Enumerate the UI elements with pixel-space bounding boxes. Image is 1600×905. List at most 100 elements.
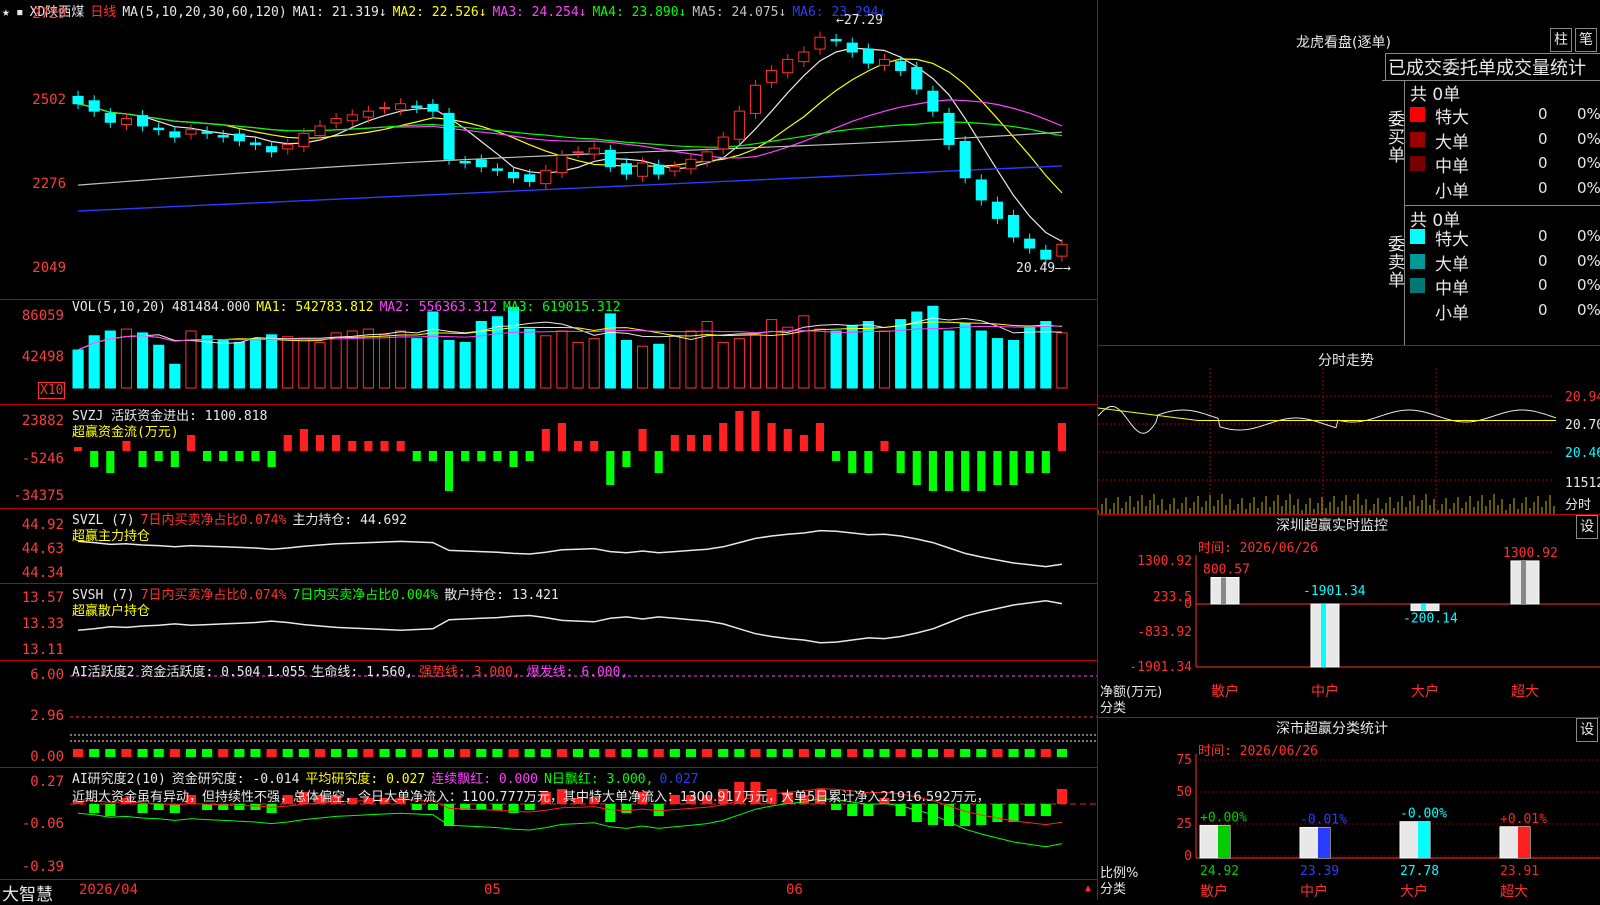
scroll-marker[interactable]: ▲ <box>1085 883 1091 894</box>
volume-bar <box>1007 340 1020 389</box>
dragon-subtitle: 已成交委托单成交量统计 <box>1385 53 1600 81</box>
candle <box>120 118 133 125</box>
candle <box>362 110 374 118</box>
net-amount-bar-chart[interactable]: 1300.92233.50-833.92-1901.34800.57散户-190… <box>1098 515 1600 717</box>
flow-bar <box>670 435 679 451</box>
volume-panel[interactable]: VOL(5,10,20) 481484.000 MA1: 542783.812 MA2… <box>0 300 1097 405</box>
research-bar <box>89 804 100 813</box>
svzl-tick: 44.63 <box>21 541 64 557</box>
volume-bar <box>249 338 262 389</box>
bar-value: 1300.92 <box>1503 546 1558 561</box>
change-label: +0.01% <box>1500 812 1547 827</box>
svsh-tick: 13.11 <box>21 642 64 658</box>
bar-mode-button[interactable]: 柱 <box>1550 28 1572 52</box>
volume-bar <box>733 338 745 389</box>
candle <box>830 38 842 42</box>
research-bar <box>1008 804 1019 822</box>
candle <box>895 61 907 71</box>
volume-chart[interactable] <box>70 300 1097 404</box>
sz-class-panel[interactable]: 深市超赢分类统计 设 时间: 2026/06/26 75 50 25 0 +0.00% 2… <box>1098 718 1600 900</box>
ai-research-header: AI研究度2(10) 资金研究度: -0.014 平均研究度: 0.027 连续飘红:… <box>72 772 699 787</box>
candle <box>185 129 197 135</box>
order-count: 0 <box>1538 276 1548 294</box>
candle <box>620 163 633 175</box>
flow-bar <box>896 451 905 473</box>
flow-bar <box>848 451 857 473</box>
ai-activity-panel[interactable]: AI活跃度2 资金活跃度: 0.504 1.055 生命线: 1.560, 强势线: 3… <box>0 661 1097 768</box>
volume-bar <box>153 344 165 389</box>
research-bar <box>169 804 180 813</box>
activity-bar <box>863 749 874 757</box>
axis-tick: 0 <box>1184 849 1192 864</box>
flow-bar <box>364 441 373 451</box>
volume-bar <box>637 345 649 389</box>
svzl-subtitle: 超赢主力持仓 <box>72 529 151 544</box>
volume-bar <box>201 335 213 389</box>
order-count: 0 <box>1538 129 1548 148</box>
flow-bar <box>299 429 308 451</box>
candle <box>798 51 810 63</box>
net-bar-highlight <box>1521 560 1526 604</box>
flow-bar <box>90 451 99 467</box>
activity-bar <box>524 749 535 757</box>
category-label: 散户 <box>1211 683 1239 700</box>
candle <box>814 36 826 50</box>
axis-tick: -1901.34 <box>1129 660 1192 675</box>
candle <box>346 114 358 122</box>
svzl-tick: 44.92 <box>21 517 64 533</box>
flow-bar <box>219 451 228 461</box>
candle <box>878 58 891 66</box>
svzl-panel[interactable]: SVZL (7) 7日内买卖净占比0.074% 主力持仓: 44.692 超赢主力持… <box>0 509 1097 584</box>
candle <box>1024 238 1036 249</box>
price-panel[interactable]: 2729 2502 2276 2049 ←27.29 20.49—→ <box>0 0 1097 300</box>
sz-monitor-panel[interactable]: 深圳超赢实时监控 设 时间: 2026/06/26 1300.92 233.5 0-… <box>1098 515 1600 718</box>
candle <box>572 151 584 154</box>
intraday-panel[interactable]: 分时走势 20.94 20.70 20.46 11512 分时 <box>1098 346 1600 515</box>
candle <box>927 90 939 112</box>
intraday-unit: 分时 <box>1565 498 1592 513</box>
price-tick: 2729 <box>32 6 66 22</box>
flow-bar <box>138 451 147 467</box>
activity-bar <box>234 749 245 757</box>
activity-bar <box>314 749 326 757</box>
intraday-tick: 20.70 <box>1565 418 1600 433</box>
activity-bar <box>766 749 777 757</box>
activity-bar <box>653 749 664 757</box>
flow-bar <box>444 451 454 491</box>
volume-bar <box>459 341 471 389</box>
order-type: 中单 <box>1435 157 1469 177</box>
axis-tick: 50 <box>1176 785 1192 800</box>
flow-bar <box>1025 451 1034 473</box>
main-chart-area[interactable]: ★ ▪ XD陕西煤 日线 MA(5,10,20,30,60,120) MA1: 21.31… <box>0 0 1098 905</box>
ratio-value: 24.92 <box>1200 864 1239 879</box>
volume-bar <box>620 340 633 389</box>
category-label: 超大 <box>1500 884 1528 900</box>
svzl-tick: 44.34 <box>21 565 64 581</box>
flow-bar <box>203 451 212 461</box>
research-bar <box>105 804 116 816</box>
buy-label: 委买单 <box>1384 110 1404 164</box>
flow-bar <box>283 435 292 451</box>
volume-bar <box>766 319 778 389</box>
candle <box>314 125 326 137</box>
svzj-panel[interactable]: SVZJ 活跃资金进出: 1100.818 超赢资金流(万元) 23882 -5… <box>0 405 1097 509</box>
activity-bar <box>605 749 616 757</box>
research-bar <box>847 804 858 816</box>
activity-bar <box>298 749 309 757</box>
flow-bar <box>622 451 631 467</box>
price-tick: 2502 <box>32 92 66 108</box>
candle <box>911 67 923 90</box>
candle <box>975 179 987 201</box>
activity-bar <box>89 749 100 757</box>
svzj-tick: -5246 <box>21 451 64 467</box>
tick-mode-button[interactable]: 笔 <box>1575 28 1597 52</box>
time-axis[interactable]: 大智慧 2026/04 05 06 ▲ <box>0 880 1097 905</box>
svsh-panel[interactable]: SVSH (7) 7日内买卖净占比0.074% 7日内买卖净占比0.004% 散户持仓… <box>0 584 1097 661</box>
ai-research-panel[interactable]: AI研究度2(10) 资金研究度: -0.014 平均研究度: 0.027 连续飘红:… <box>0 768 1097 880</box>
activity-bar <box>556 749 567 757</box>
ratio-bar-chart[interactable]: 75 50 25 0 +0.00% 24.92 散户 -0.01% 23.39 中户 -0.00% 2… <box>1098 718 1600 900</box>
candlestick-chart[interactable] <box>70 0 1097 299</box>
ai-research-tick: -0.39 <box>21 859 64 875</box>
intraday-chart[interactable] <box>1098 368 1563 514</box>
order-type: 大单 <box>1435 132 1469 153</box>
